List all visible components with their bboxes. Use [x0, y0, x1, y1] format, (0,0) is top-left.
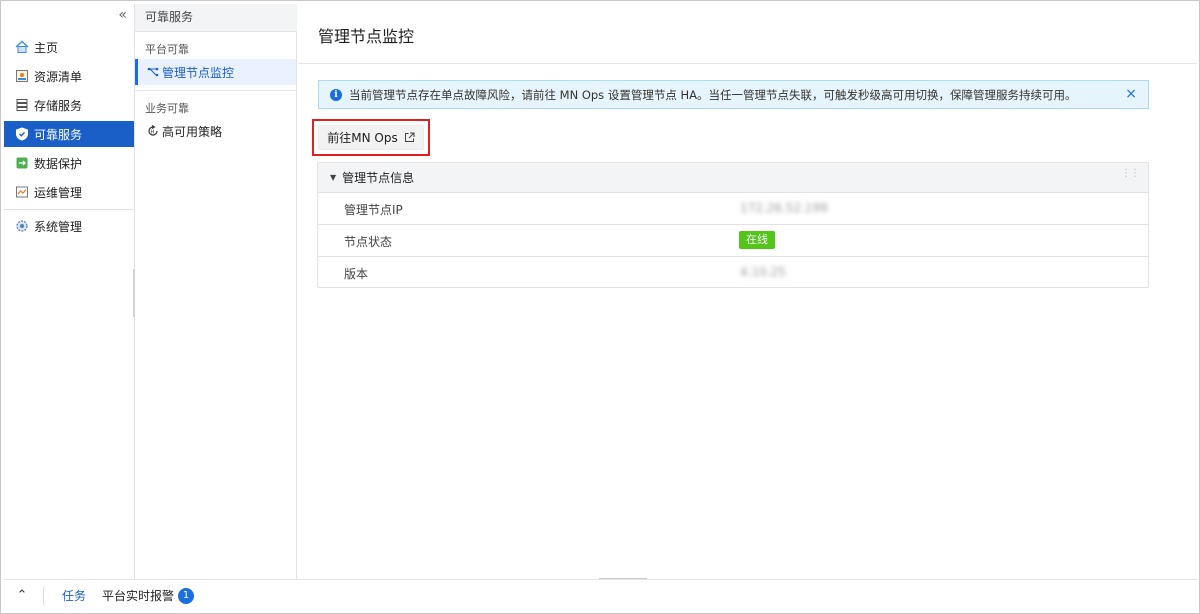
double-chevron-up-icon[interactable]: ⌃ — [4, 588, 40, 603]
subnav-item-ha-policy[interactable]: H 高可用策略 — [135, 118, 296, 144]
info-row-version: 版本 4.10.25 — [318, 257, 1148, 287]
storage-icon — [15, 98, 29, 112]
alert-message: 当前管理节点存在单点故障风险，请前往 MN Ops 设置管理节点 HA。当任一管… — [349, 87, 1077, 102]
sidebar-item-storage[interactable]: 存储服务 — [4, 92, 134, 118]
topology-icon — [147, 66, 159, 78]
subnav-group-platform: 平台可靠 — [145, 43, 189, 56]
sidebar-item-home[interactable]: 主页 — [4, 34, 134, 60]
close-icon[interactable]: × — [1125, 86, 1137, 102]
sidebar-item-label: 可靠服务 — [34, 127, 83, 142]
sidebar-item-reliable-service[interactable]: 可靠服务 — [4, 121, 134, 147]
secondary-sidebar: 可靠服务 平台可靠 管理节点监控 业务可靠 H 高可用策略 — [135, 4, 297, 579]
sidebar-item-label: 主页 — [34, 40, 59, 55]
info-key: 节点状态 — [344, 235, 393, 249]
page-title: 管理节点监控 — [318, 27, 415, 46]
ha-policy-icon: H — [147, 125, 159, 137]
sidebar-item-label: 运维管理 — [34, 185, 83, 200]
subnav-item-node-monitor[interactable]: 管理节点监控 — [135, 59, 296, 85]
info-row-status: 节点状态 在线 — [318, 225, 1148, 257]
info-value: 172.26.52.199 — [740, 201, 828, 215]
sidebar-item-label: 数据保护 — [34, 156, 83, 171]
shield-icon — [15, 127, 29, 141]
app-window: « 主页 资源清单 存储服务 可靠服务 数据保护 运维管理 系统管理 可靠服务 … — [0, 0, 1200, 614]
status-badge: 在线 — [739, 231, 775, 249]
svg-text:H: H — [151, 129, 155, 135]
data-protection-icon — [15, 156, 29, 170]
info-value: 4.10.25 — [740, 265, 786, 279]
sidebar-item-system[interactable]: 系统管理 — [4, 213, 134, 239]
subnav-divider — [135, 90, 296, 91]
sidebar-item-label: 资源清单 — [34, 69, 83, 84]
subnav-title: 可靠服务 — [135, 4, 297, 32]
node-info-panel-header[interactable]: ▼ 管理节点信息 ⋮⋮ — [318, 163, 1148, 193]
main-content: 管理节点监控 i 当前管理节点存在单点故障风险，请前往 MN Ops 设置管理节… — [298, 4, 1197, 580]
sidebar-item-label: 系统管理 — [34, 219, 83, 234]
highlight-box: 前往MN Ops — [312, 119, 430, 156]
external-link-icon — [404, 132, 415, 143]
node-info-panel: ▼ 管理节点信息 ⋮⋮ 管理节点IP 172.26.52.199 节点状态 在线… — [317, 162, 1149, 288]
inventory-icon — [15, 69, 29, 83]
subnav-item-label: 管理节点监控 — [162, 65, 235, 80]
title-divider — [298, 63, 1197, 64]
info-key: 版本 — [344, 267, 369, 281]
goto-mn-ops-button[interactable]: 前往MN Ops — [318, 125, 424, 150]
task-link[interactable]: 任务 — [62, 587, 86, 604]
panel-title: 管理节点信息 — [342, 171, 415, 185]
subnav-group-business: 业务可靠 — [145, 102, 189, 115]
sidebar-item-inventory[interactable]: 资源清单 — [4, 63, 134, 89]
info-key: 管理节点IP — [344, 203, 403, 217]
double-chevron-left-icon[interactable]: « — [118, 7, 127, 23]
info-row-ip: 管理节点IP 172.26.52.199 — [318, 193, 1148, 225]
goto-button-label: 前往MN Ops — [327, 131, 398, 145]
bottom-bar: ⌃ 任务 平台实时报警 1 — [4, 579, 1197, 611]
ops-icon — [15, 185, 29, 199]
caret-down-icon[interactable]: ▼ — [330, 173, 336, 182]
alarm-label: 平台实时报警 — [102, 589, 175, 603]
alarm-count-badge: 1 — [178, 587, 195, 604]
ha-risk-alert: i 当前管理节点存在单点故障风险，请前往 MN Ops 设置管理节点 HA。当任… — [318, 80, 1149, 109]
info-icon: i — [330, 88, 342, 101]
drag-handle-icon[interactable]: ⋮⋮ — [1121, 169, 1140, 179]
realtime-alarm-link[interactable]: 平台实时报警 1 — [102, 587, 195, 604]
sidebar-item-data-protection[interactable]: 数据保护 — [4, 150, 134, 176]
sidebar-item-ops[interactable]: 运维管理 — [4, 179, 134, 205]
bottom-divider — [43, 586, 44, 605]
subnav-item-label: 高可用策略 — [162, 124, 223, 139]
home-icon — [15, 40, 29, 54]
sidebar-item-label: 存储服务 — [34, 98, 83, 113]
main-sidebar: « 主页 资源清单 存储服务 可靠服务 数据保护 运维管理 系统管理 — [4, 4, 135, 579]
sidebar-divider — [4, 209, 134, 210]
gear-icon — [15, 219, 29, 233]
